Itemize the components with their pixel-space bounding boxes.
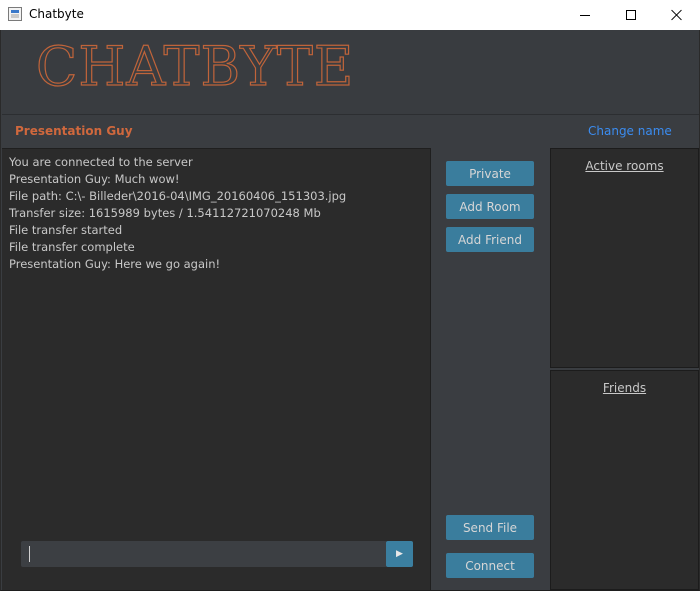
friends-title[interactable]: Friends <box>551 381 698 395</box>
close-button[interactable] <box>654 0 700 30</box>
play-arrow-icon: ▶ <box>396 549 403 559</box>
send-message-button[interactable]: ▶ <box>386 541 413 567</box>
message-input-wrapper <box>21 541 387 567</box>
active-rooms-title[interactable]: Active rooms <box>551 159 698 173</box>
window-titlebar: Chatbyte <box>0 0 700 30</box>
chat-message: Presentation Guy: Here we go again! <box>9 257 221 271</box>
minimize-button[interactable] <box>562 0 608 30</box>
add-friend-button[interactable]: Add Friend <box>446 227 534 252</box>
app-body: CHATBYTE Presentation Guy Change name Yo… <box>0 30 700 591</box>
chat-message: Transfer size: 1615989 bytes / 1.5411272… <box>9 206 321 220</box>
chat-area: You are connected to the server Presenta… <box>2 148 431 590</box>
change-name-link[interactable]: Change name <box>588 124 672 138</box>
connect-button[interactable]: Connect <box>446 553 534 578</box>
user-bar: Presentation Guy Change name <box>2 116 699 148</box>
send-file-button[interactable]: Send File <box>446 515 534 540</box>
private-button[interactable]: Private <box>446 161 534 186</box>
current-username: Presentation Guy <box>15 124 133 138</box>
window-title: Chatbyte <box>29 7 84 21</box>
chat-message: File transfer complete <box>9 240 135 254</box>
close-icon <box>671 9 683 21</box>
chat-message: File transfer started <box>9 223 123 237</box>
chat-message: You are connected to the server <box>9 155 193 169</box>
minimize-icon <box>580 14 590 16</box>
app-logo: CHATBYTE <box>35 35 355 98</box>
text-caret <box>29 546 30 562</box>
message-list: You are connected to the server Presenta… <box>9 154 424 273</box>
maximize-button[interactable] <box>608 0 654 30</box>
chat-message: Presentation Guy: Much wow! <box>9 172 180 186</box>
friends-panel: Friends <box>550 370 699 590</box>
app-window-icon <box>8 7 22 21</box>
maximize-icon <box>626 10 636 20</box>
message-input[interactable] <box>21 541 387 567</box>
header-banner: CHATBYTE <box>2 30 699 115</box>
add-room-button[interactable]: Add Room <box>446 194 534 219</box>
active-rooms-panel: Active rooms <box>550 148 699 368</box>
chat-message: File path: C:\- Billeder\2016-04\IMG_201… <box>9 189 347 203</box>
